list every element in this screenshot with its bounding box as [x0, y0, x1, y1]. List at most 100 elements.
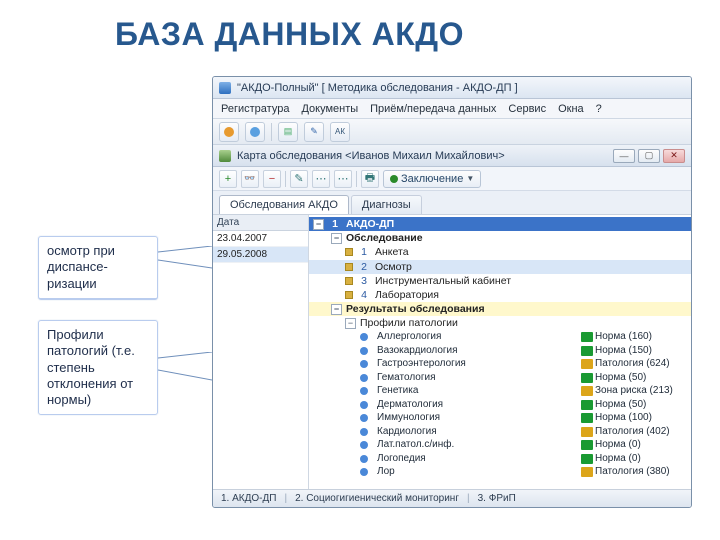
card-tool-a[interactable]: ⋯ — [312, 170, 330, 188]
doc-icon — [345, 263, 353, 271]
pathology-row[interactable]: ВазокардиологияНорма (150) — [309, 344, 691, 358]
pathology-value: Норма (0) — [595, 438, 691, 452]
pathology-row[interactable]: Дерматология Норма (50) — [309, 398, 691, 412]
toolbar-btn-5[interactable]: АК — [330, 122, 350, 142]
slide-title: БАЗА ДАННЫХ АКДО — [115, 16, 464, 53]
pathology-row[interactable]: ЛогопедияНорма (0) — [309, 452, 691, 466]
card-close-button[interactable]: ✕ — [663, 149, 685, 163]
main-toolbar: ▤ ✎ АК — [213, 119, 691, 145]
pathology-row[interactable]: ГематологияНорма (50) — [309, 371, 691, 385]
pathology-name: Генетика — [377, 384, 579, 398]
tree-item-label: Анкета — [375, 245, 409, 259]
card-tool-add[interactable]: + — [219, 170, 237, 188]
severity-mark — [581, 332, 593, 342]
app-title-text: "АКДО-Полный" [ Методика обследования - … — [237, 82, 518, 94]
date-column: Дата 23.04.2007 29.05.2008 — [213, 215, 309, 491]
bullet-icon — [360, 468, 368, 476]
toolbar-btn-4[interactable]: ✎ — [304, 122, 324, 142]
pathology-row[interactable]: Генетика Зона риска (213) — [309, 384, 691, 398]
connector-lines-1 — [158, 246, 212, 326]
collapse-icon[interactable]: − — [331, 304, 342, 315]
pathology-value: Зона риска (213) — [595, 384, 691, 398]
pathology-name: Кардиология — [377, 425, 579, 439]
card-tool-glasses[interactable]: 👓 — [241, 170, 259, 188]
pathology-value: Норма (160) — [595, 330, 691, 344]
status-item-2[interactable]: 2. Социогигиенический мониторинг — [295, 493, 459, 504]
card-tool-b[interactable]: ⋯ — [334, 170, 352, 188]
menu-registratura[interactable]: Регистратура — [221, 103, 289, 115]
tab-obsledovaniya[interactable]: Обследования АКДО — [219, 195, 349, 214]
collapse-icon[interactable]: − — [345, 318, 356, 329]
collapse-icon[interactable]: − — [331, 233, 342, 244]
tab-diagnozy[interactable]: Диагнозы — [351, 195, 422, 214]
pathology-name: Лор — [377, 465, 579, 479]
pathology-row[interactable]: Лат.патол.с/инф. Норма (0) — [309, 438, 691, 452]
menu-data-transfer[interactable]: Приём/передача данных — [370, 103, 496, 115]
menu-bar: Регистратура Документы Приём/передача да… — [213, 99, 691, 119]
menu-windows[interactable]: Окна — [558, 103, 584, 115]
tree-item-anketa[interactable]: 1 Анкета — [309, 245, 691, 259]
toolbar-btn-2[interactable] — [245, 122, 265, 142]
tree-item-instr[interactable]: 3 Инструментальный кабинет — [309, 274, 691, 288]
severity-mark — [581, 400, 593, 410]
conclusion-label: Заключение — [401, 173, 463, 185]
doc-icon — [345, 248, 353, 256]
pathology-name: Лат.патол.с/инф. — [377, 438, 579, 452]
card-tool-print[interactable]: 🖶 — [361, 170, 379, 188]
pathology-name: Гастроэнтерология — [377, 357, 579, 371]
tree-section-results[interactable]: − Результаты обследования — [309, 302, 691, 316]
bullet-icon — [360, 387, 368, 395]
tree-root-num: 1 — [328, 217, 342, 231]
card-tool-edit[interactable]: ✎ — [290, 170, 308, 188]
tree-view[interactable]: − 1 АКДО-ДП − Обследование 1 Анкета 2 Ос… — [309, 215, 691, 491]
pathology-row[interactable]: ИммунологияНорма (100) — [309, 411, 691, 425]
tree-section-results-label: Результаты обследования — [346, 302, 485, 316]
tree-item-label: Инструментальный кабинет — [375, 274, 511, 288]
tree-item-num: 2 — [357, 260, 371, 274]
tree-sub-profiles-label: Профили патологии — [360, 316, 458, 330]
severity-mark — [581, 359, 593, 369]
pathology-row[interactable]: Аллергология Норма (160) — [309, 330, 691, 344]
app-titlebar: "АКДО-Полный" [ Методика обследования - … — [213, 77, 691, 99]
collapse-icon[interactable]: − — [313, 219, 324, 230]
card-title-text: Карта обследования <Иванов Михаил Михайл… — [237, 150, 505, 162]
severity-mark — [581, 427, 593, 437]
toolbar-btn-1[interactable] — [219, 122, 239, 142]
tree-item-num: 4 — [357, 288, 371, 302]
severity-mark — [581, 386, 593, 396]
pathology-name: Аллергология — [377, 330, 579, 344]
bullet-icon — [360, 401, 368, 409]
tree-sub-profiles[interactable]: − Профили патологии — [309, 316, 691, 330]
severity-mark — [581, 454, 593, 464]
card-max-button[interactable]: ▢ — [638, 149, 660, 163]
pathology-row[interactable]: ЛорПатология (380) — [309, 465, 691, 479]
pathology-row[interactable]: ГастроэнтерологияПатология (624) — [309, 357, 691, 371]
tree-root[interactable]: − 1 АКДО-ДП — [309, 217, 691, 231]
tree-item-osmotr[interactable]: 2 Осмотр — [309, 260, 691, 274]
date-row-1[interactable]: 23.04.2007 — [213, 231, 308, 247]
bullet-icon — [360, 428, 368, 436]
menu-help[interactable]: ? — [596, 103, 602, 115]
tree-item-label: Лаборатория — [375, 288, 439, 302]
severity-mark — [581, 440, 593, 450]
status-item-1[interactable]: 1. АКДО-ДП — [221, 493, 276, 504]
tree-item-lab[interactable]: 4 Лаборатория — [309, 288, 691, 302]
card-tool-del[interactable]: − — [263, 170, 281, 188]
menu-service[interactable]: Сервис — [508, 103, 546, 115]
conclusion-dropdown[interactable]: Заключение ▼ — [383, 170, 481, 188]
toolbar-btn-3[interactable]: ▤ — [278, 122, 298, 142]
pathology-row[interactable]: КардиологияПатология (402) — [309, 425, 691, 439]
menu-documents[interactable]: Документы — [301, 103, 358, 115]
date-row-2[interactable]: 29.05.2008 — [213, 247, 308, 263]
status-item-3[interactable]: 3. ФРиП — [478, 493, 516, 504]
pathology-name: Вазокардиология — [377, 344, 579, 358]
tree-section-obsled[interactable]: − Обследование — [309, 231, 691, 245]
pathology-value: Норма (50) — [595, 398, 691, 412]
tree-section-obsled-label: Обследование — [346, 231, 423, 245]
app-window: "АКДО-Полный" [ Методика обследования - … — [212, 76, 692, 508]
annotation-profili: Профили патологий (т.е. степень отклонен… — [38, 320, 158, 415]
app-icon — [219, 82, 231, 94]
bullet-icon — [360, 347, 368, 355]
card-min-button[interactable]: — — [613, 149, 635, 163]
pathology-name: Дерматология — [377, 398, 579, 412]
